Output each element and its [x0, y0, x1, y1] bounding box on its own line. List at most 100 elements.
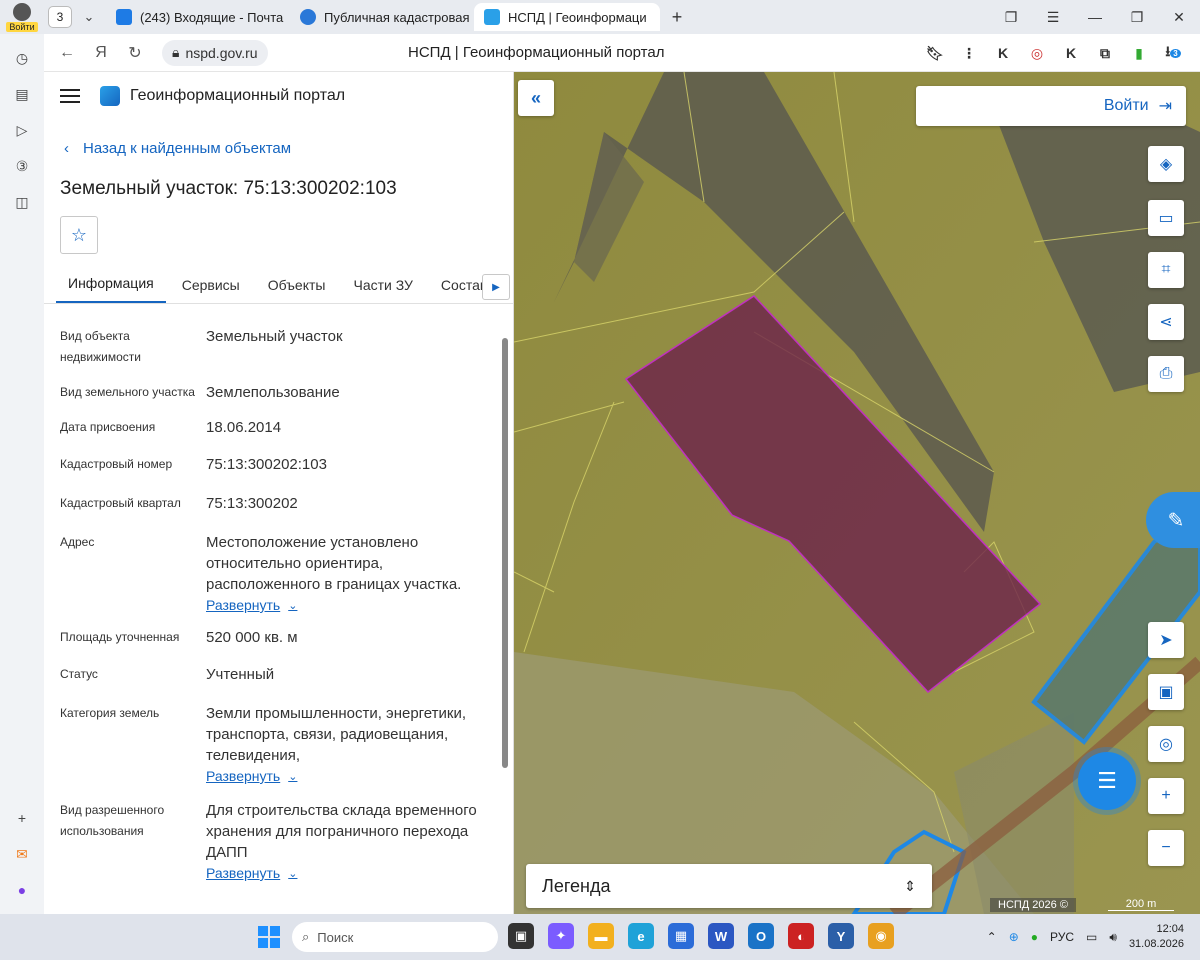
mail-app-icon[interactable]: ✉	[10, 842, 34, 866]
expand-usage-link[interactable]: Развернуть ⌄	[206, 865, 297, 881]
video-icon[interactable]: ▷	[10, 118, 34, 142]
word-icon[interactable]: W	[708, 923, 734, 949]
downloads-icon[interactable]: ⭳ 3	[1160, 40, 1186, 66]
k-extension-icon[interactable]: K	[990, 40, 1016, 66]
anydesk-icon[interactable]: ◐	[788, 923, 814, 949]
photo-app-icon[interactable]: ◉	[868, 923, 894, 949]
expand-category-link[interactable]: Развернуть ⌄	[206, 768, 297, 784]
store-icon[interactable]: ▦	[668, 923, 694, 949]
expand-address-link[interactable]: Развернуть ⌄	[206, 597, 297, 613]
property-row: Площадь уточненная 520 000 кв. м	[60, 627, 490, 648]
chat-button[interactable]: ☰	[1078, 752, 1136, 810]
more-icon[interactable]: ⋮	[956, 40, 982, 66]
geolocation-button[interactable]: ➤	[1148, 622, 1184, 658]
target-extension-icon[interactable]: ◎	[1024, 40, 1050, 66]
share-button[interactable]: ⋖	[1148, 304, 1184, 340]
print-icon: ⎙	[1159, 365, 1173, 382]
browser-tab-nspd[interactable]: НСПД | Геоинформаци ✕	[474, 3, 660, 31]
panel-scrollbar[interactable]	[501, 322, 509, 912]
alice-icon[interactable]: ●	[10, 878, 34, 902]
close-window-icon[interactable]: ✕	[1158, 9, 1200, 26]
browser-tab-cadastral[interactable]: Публичная кадастровая к	[290, 3, 470, 31]
tabs-dropdown-icon[interactable]: ⌄	[76, 6, 102, 28]
tab-title: (243) Входящие - Почта М	[140, 9, 286, 25]
object-title: Земельный участок: 75:13:300202:103	[60, 178, 397, 199]
bookmark-icon[interactable]: 🔖︎	[922, 40, 948, 66]
back-to-results-link[interactable]: ‹ Назад к найденным объектам	[64, 140, 291, 157]
collections-icon[interactable]: ▤	[10, 82, 34, 106]
add-icon[interactable]: +	[10, 806, 34, 830]
windows-start-icon[interactable]	[258, 926, 280, 948]
search-location-icon: ◎	[1159, 736, 1173, 753]
menu-icon[interactable]: ☰	[1032, 9, 1074, 26]
copilot-icon[interactable]: ✦	[548, 923, 574, 949]
shield-icon[interactable]: ●	[1031, 930, 1038, 944]
zoom-out-button[interactable]: −	[1148, 830, 1184, 866]
expand-label: Развернуть	[206, 865, 281, 881]
outlook-icon[interactable]: O	[748, 923, 774, 949]
document-extension-icon[interactable]: ▮	[1126, 40, 1152, 66]
close-tab-icon[interactable]: ✕	[659, 9, 660, 26]
restore-icon[interactable]: ❐	[1116, 9, 1158, 26]
tab-info[interactable]: Информация	[56, 275, 166, 303]
taskbar-search[interactable]: ⌕ Поиск	[292, 922, 498, 952]
tab-objects[interactable]: Объекты	[256, 277, 338, 303]
search-location-button[interactable]: ◎	[1148, 726, 1184, 762]
property-row: Вид разрешенного использования Для строи…	[60, 800, 490, 881]
browser-login[interactable]: Войти	[0, 0, 44, 34]
tab-services[interactable]: Сервисы	[170, 277, 252, 303]
navigation-arrow-icon: ➤	[1159, 632, 1173, 649]
tabs-icon[interactable]: ③	[10, 154, 34, 178]
map-view[interactable]: « Войти ⇥ ◈ ▭ ⌗ ⋖ ⎙ ✎ ➤ ▣ ◎ + − ☰ Легенд…	[514, 72, 1200, 914]
tab-title: Публичная кадастровая к	[324, 9, 470, 25]
page-title: НСПД | Геоинформационный портал	[408, 44, 665, 61]
map-login-button[interactable]: Войти ⇥	[916, 86, 1186, 126]
edge-icon[interactable]: e	[628, 923, 654, 949]
favorite-button[interactable]: ☆	[60, 216, 98, 254]
zoom-in-button[interactable]: +	[1148, 778, 1184, 814]
yandex-icon[interactable]: Я	[84, 44, 118, 62]
minimap-button[interactable]: ▣	[1148, 674, 1184, 710]
hamburger-menu-icon[interactable]	[60, 89, 80, 103]
volume-icon[interactable]: 🔊︎	[1109, 930, 1117, 945]
file-explorer-icon[interactable]: ▬	[588, 923, 614, 949]
tabs-scroll-right-icon[interactable]: ▶	[482, 274, 510, 300]
select-area-button[interactable]: ⌗	[1148, 252, 1184, 288]
legend-dropdown[interactable]: Легенда ⇕	[526, 864, 932, 908]
tab-count[interactable]: 3	[48, 6, 72, 28]
browser-tab-mail[interactable]: (243) Входящие - Почта М	[106, 3, 286, 31]
chevron-up-icon[interactable]: ⌃	[987, 930, 997, 944]
language-indicator[interactable]: РУС	[1050, 930, 1074, 944]
k2-extension-icon[interactable]: K	[1058, 40, 1084, 66]
print-button[interactable]: ⎙	[1148, 356, 1184, 392]
url-field[interactable]: 🔒︎ nspd.gov.ru	[162, 39, 268, 66]
windows-taskbar: ⌕ Поиск ▣ ✦ ▬ e ▦ W O ◐ Y ◉ ⌃ ⊕ ● РУС ▭ …	[0, 914, 1200, 960]
minimize-icon[interactable]: —	[1074, 9, 1116, 25]
monitor-icon[interactable]: ▭	[1086, 930, 1097, 944]
layers-button[interactable]: ◈	[1148, 146, 1184, 182]
property-value: Землепользование	[206, 384, 340, 401]
yandex-browser-icon[interactable]: Y	[828, 923, 854, 949]
collapse-panel-button[interactable]: «	[518, 80, 554, 116]
history-icon[interactable]: ◷	[10, 46, 34, 70]
back-label: Назад к найденным объектам	[83, 140, 292, 157]
reload-icon[interactable]: ↻	[118, 43, 152, 63]
measure-button[interactable]: ▭	[1148, 200, 1184, 236]
property-label: Вид разрешенного использования	[60, 803, 165, 838]
property-label: Площадь уточненная	[60, 630, 180, 644]
property-value: Земельный участок	[206, 328, 343, 345]
task-view-icon[interactable]: ▣	[508, 923, 534, 949]
property-row: Дата присвоения 18.06.2014	[60, 417, 490, 438]
clock[interactable]: 12:04 31.08.2026	[1129, 922, 1184, 952]
scrollbar-thumb[interactable]	[502, 338, 508, 768]
bookmark-panel-icon[interactable]: ❐	[990, 9, 1032, 26]
back-icon[interactable]: ←	[50, 44, 84, 62]
window-controls: ❐ ☰ — ❐ ✕	[990, 0, 1200, 34]
vpn-icon[interactable]: ⊕	[1009, 930, 1019, 944]
property-row: Кадастровый квартал 75:13:300202	[60, 493, 490, 514]
screenshot-icon[interactable]: ◫	[10, 190, 34, 214]
puzzle-extension-icon[interactable]: ⧉	[1092, 40, 1118, 66]
new-tab-button[interactable]: +	[664, 4, 690, 30]
tab-parts[interactable]: Части ЗУ	[341, 277, 424, 303]
feedback-tab[interactable]: ✎	[1146, 492, 1200, 548]
